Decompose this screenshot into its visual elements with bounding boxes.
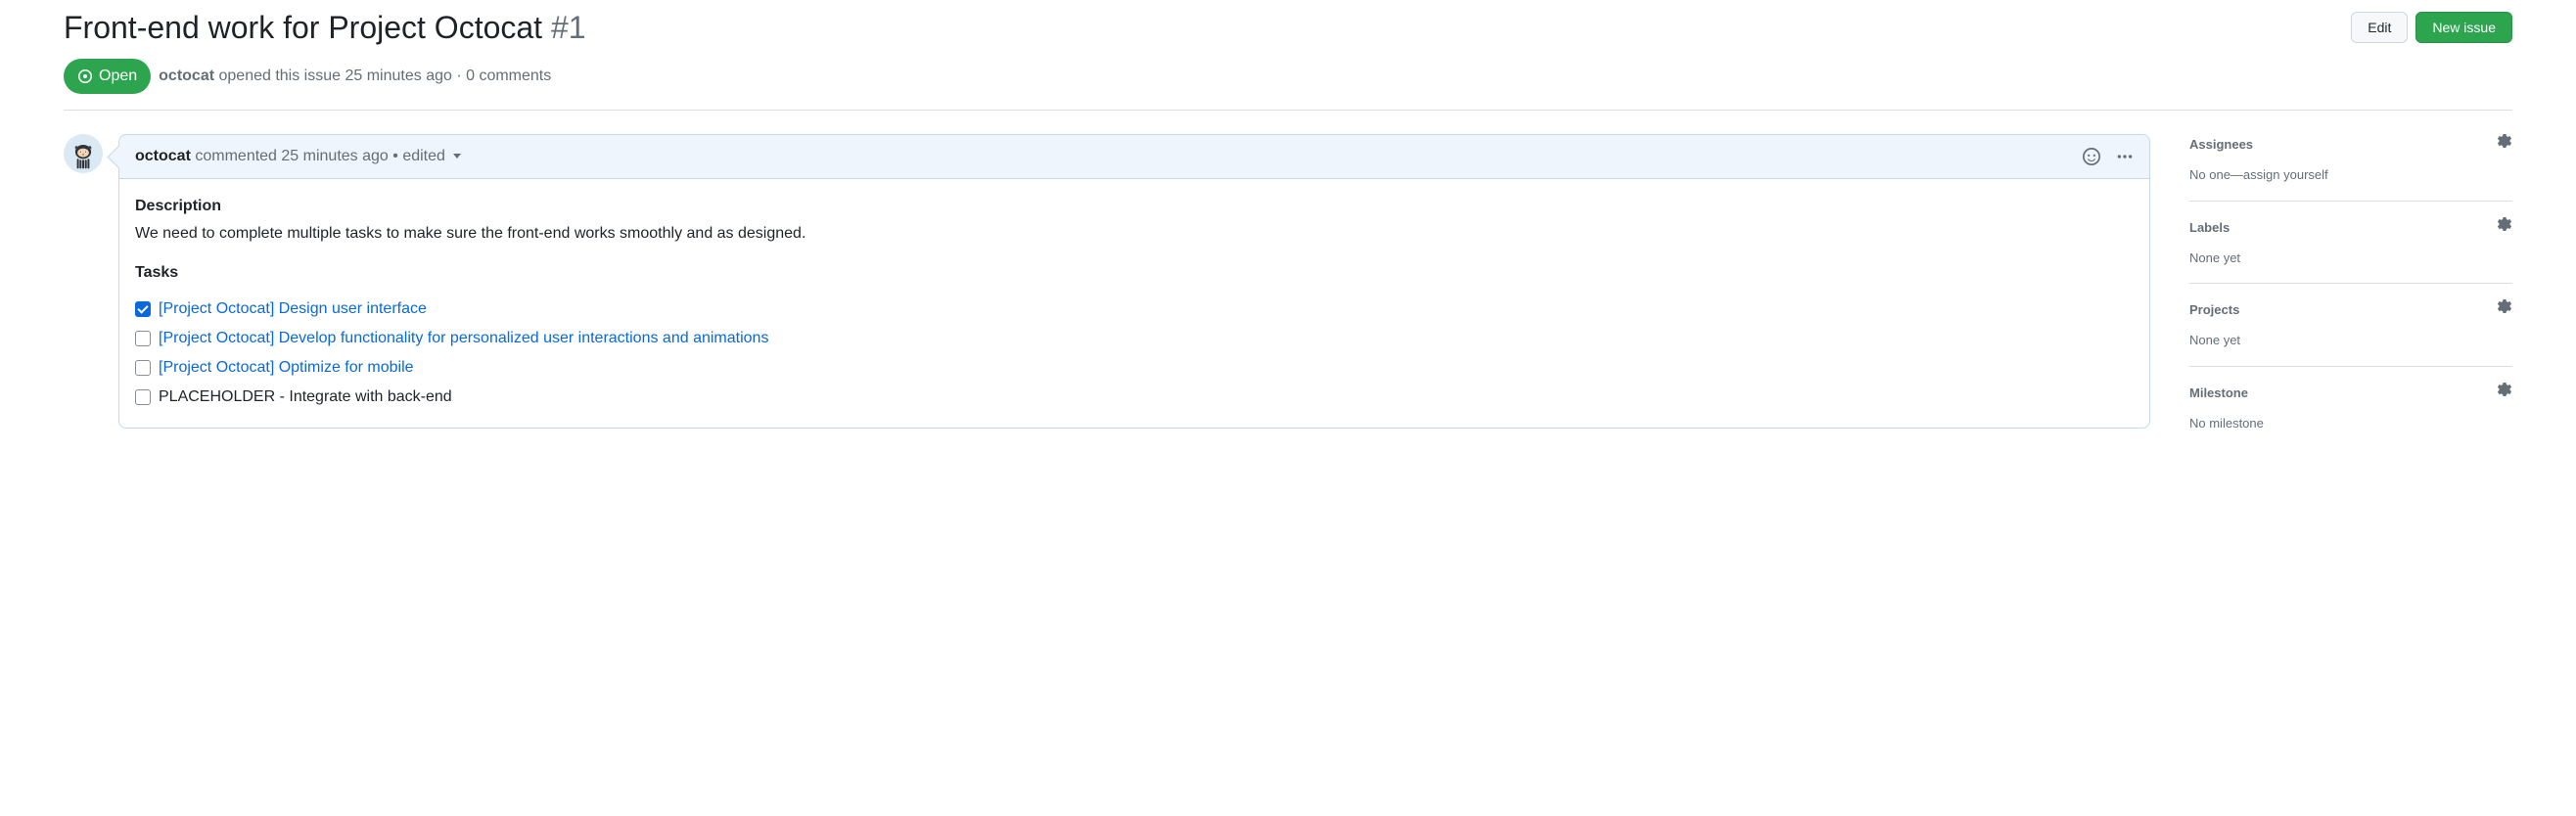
new-issue-button[interactable]: New issue	[2415, 12, 2512, 43]
sidebar: Assignees No one—assign yourself Labels …	[2189, 134, 2512, 432]
milestone-value: No milestone	[2189, 414, 2512, 433]
state-label: Open	[99, 65, 137, 88]
gear-icon	[2497, 134, 2512, 150]
issue-meta-text: octocat opened this issue 25 minutes ago…	[159, 65, 551, 88]
gear-icon	[2497, 217, 2512, 233]
issue-meta-row: Open octocat opened this issue 25 minute…	[64, 59, 2512, 111]
labels-gear-button[interactable]	[2497, 217, 2512, 239]
issue-open-icon	[77, 68, 93, 84]
task-checkbox[interactable]	[135, 331, 151, 346]
comment-author-link[interactable]: octocat	[135, 148, 191, 164]
task-item: [Project Octocat] Optimize for mobile	[135, 353, 2134, 383]
comment-timestamp: commented 25 minutes ago	[195, 148, 388, 164]
comment-edited-dropdown[interactable]: edited	[402, 148, 461, 164]
task-item: PLACEHOLDER - Integrate with back-end	[135, 383, 2134, 412]
task-item: [Project Octocat] Design user interface	[135, 295, 2134, 324]
header-actions: Edit New issue	[2351, 12, 2512, 43]
assignees-title: Assignees	[2189, 135, 2253, 155]
emoji-reaction-button[interactable]	[2083, 148, 2100, 165]
issue-title: Front-end work for Project Octocat	[64, 10, 542, 45]
milestone-gear-button[interactable]	[2497, 383, 2512, 404]
task-link[interactable]: [Project Octocat] Design user interface	[159, 297, 427, 321]
avatar[interactable]	[64, 134, 103, 173]
issue-author-link[interactable]: octocat	[159, 68, 214, 84]
comment-box: octocat commented 25 minutes ago • edite…	[118, 134, 2150, 429]
gear-icon	[2497, 383, 2512, 398]
issue-number: #1	[551, 10, 586, 45]
task-link[interactable]: [Project Octocat] Develop functionality …	[159, 327, 768, 350]
description-text: We need to complete multiple tasks to ma…	[135, 222, 2134, 246]
labels-value: None yet	[2189, 249, 2512, 268]
task-list: [Project Octocat] Design user interface […	[135, 295, 2134, 412]
tasks-heading: Tasks	[135, 261, 2134, 285]
sidebar-assignees: Assignees No one—assign yourself	[2189, 134, 2512, 202]
comment-separator: •	[392, 148, 402, 164]
labels-title: Labels	[2189, 218, 2230, 238]
assignees-value: No one—assign yourself	[2189, 165, 2512, 185]
issue-opened-text: opened this issue 25 minutes ago · 0 com…	[219, 68, 552, 84]
caret-down-icon	[453, 154, 461, 159]
projects-value: None yet	[2189, 331, 2512, 350]
comment-header: octocat commented 25 minutes ago • edite…	[119, 135, 2149, 179]
sidebar-projects: Projects None yet	[2189, 299, 2512, 367]
kebab-menu-button[interactable]	[2116, 148, 2134, 165]
milestone-title: Milestone	[2189, 384, 2248, 403]
assignees-gear-button[interactable]	[2497, 134, 2512, 156]
projects-title: Projects	[2189, 300, 2239, 320]
sidebar-milestone: Milestone No milestone	[2189, 383, 2512, 433]
gear-icon	[2497, 299, 2512, 315]
edit-button[interactable]: Edit	[2351, 12, 2408, 43]
description-heading: Description	[135, 195, 2134, 218]
assign-yourself-link[interactable]: assign yourself	[2243, 167, 2328, 182]
kebab-icon	[2116, 148, 2134, 165]
task-checkbox[interactable]	[135, 389, 151, 405]
task-checkbox[interactable]	[135, 301, 151, 317]
sidebar-labels: Labels None yet	[2189, 217, 2512, 285]
task-item: [Project Octocat] Develop functionality …	[135, 324, 2134, 353]
task-link[interactable]: [Project Octocat] Optimize for mobile	[159, 356, 414, 380]
smiley-icon	[2083, 148, 2100, 165]
task-text: PLACEHOLDER - Integrate with back-end	[159, 385, 452, 409]
state-badge: Open	[64, 59, 151, 94]
comment-body: Description We need to complete multiple…	[119, 179, 2149, 428]
task-checkbox[interactable]	[135, 360, 151, 376]
octocat-avatar-icon	[66, 136, 101, 171]
projects-gear-button[interactable]	[2497, 299, 2512, 321]
issue-title-block: Front-end work for Project Octocat #1	[64, 8, 586, 47]
